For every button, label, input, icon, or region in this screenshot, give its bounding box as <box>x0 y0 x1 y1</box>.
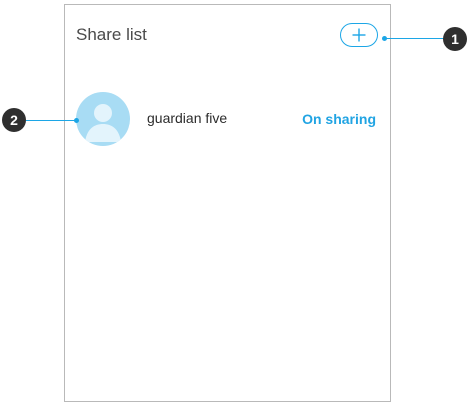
callout-2-dot <box>74 118 79 123</box>
callout-2-line <box>26 120 76 121</box>
user-name: guardian five <box>147 110 228 126</box>
callout-1-badge: 1 <box>443 27 467 51</box>
share-list-panel: Share list guardian five On sharing <box>64 4 391 402</box>
plus-icon <box>352 28 366 42</box>
page-title: Share list <box>76 25 147 44</box>
callout-2-badge: 2 <box>2 108 26 132</box>
share-list-item[interactable]: guardian five On sharing <box>75 91 380 147</box>
user-avatar-icon <box>76 92 130 146</box>
sharing-status[interactable]: On sharing <box>302 111 376 127</box>
callout-1-line <box>384 38 444 39</box>
add-share-button[interactable] <box>340 23 378 47</box>
